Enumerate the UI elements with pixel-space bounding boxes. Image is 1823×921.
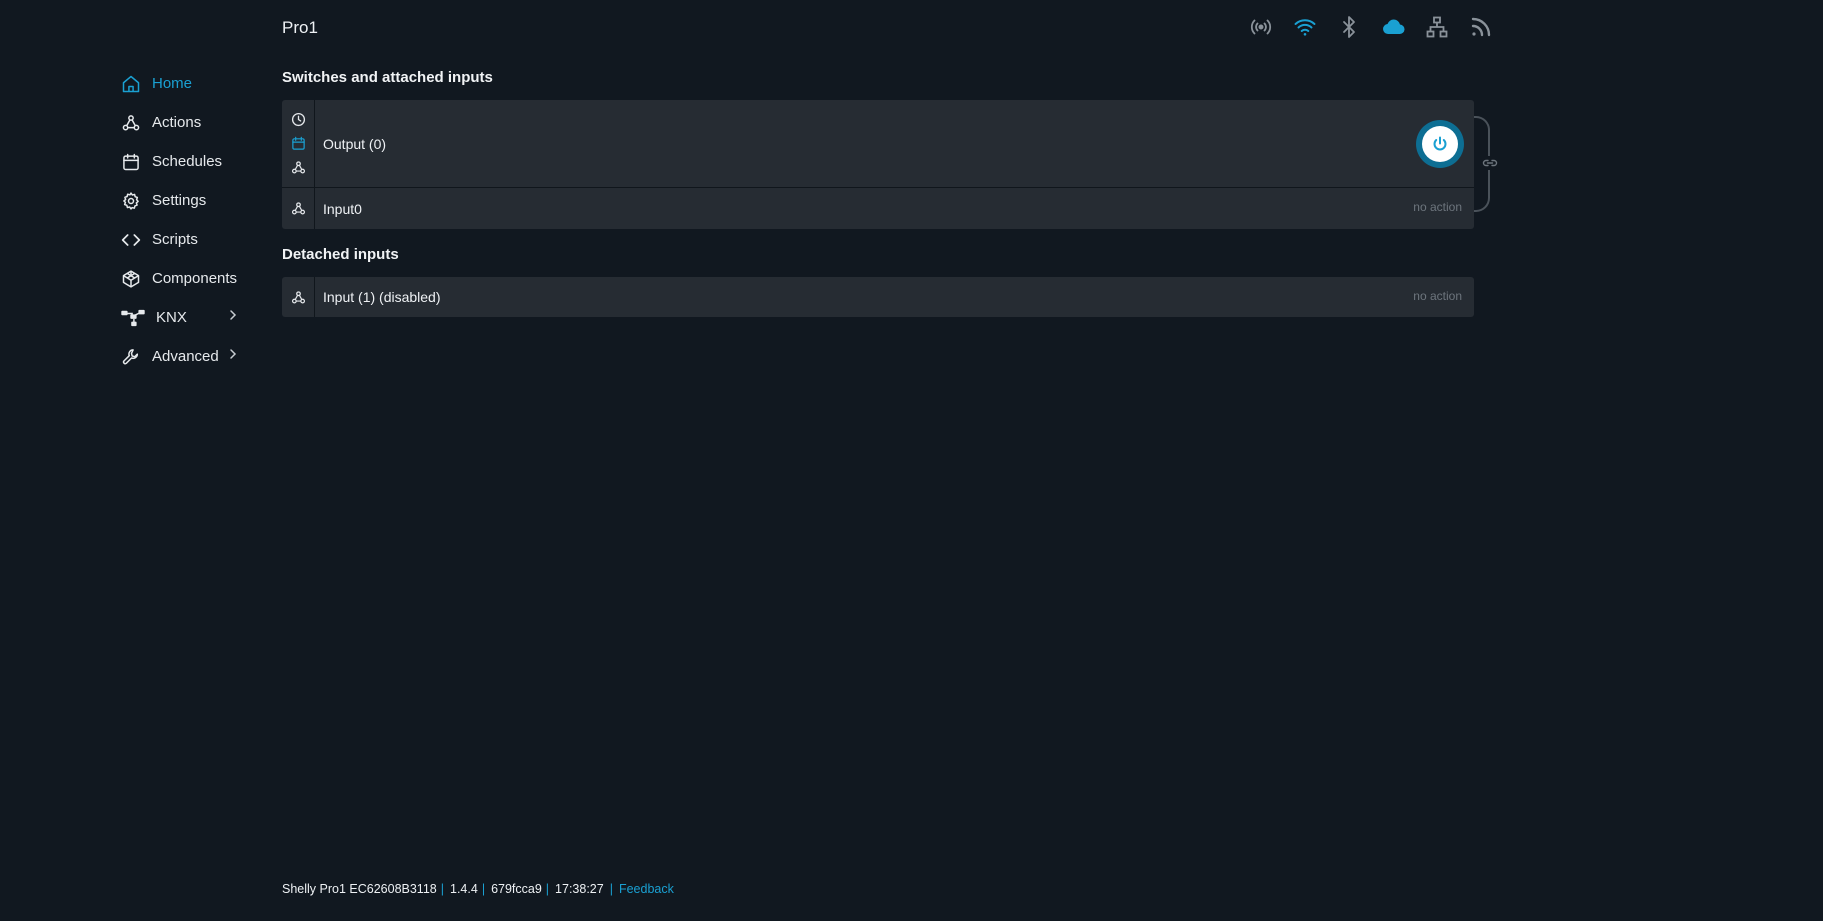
sidebar-item-label: Settings — [152, 192, 207, 209]
footer: Shelly Pro1 EC62608B3118 | 1.4.4 | 679fc… — [282, 882, 674, 896]
input0-icon-column — [282, 188, 315, 229]
input0-action-status: no action — [1413, 200, 1462, 214]
sidebar-item-schedules[interactable]: Schedules — [120, 142, 250, 181]
code-icon — [120, 229, 142, 251]
detached-card: Input (1) (disabled) no action — [282, 277, 1474, 317]
home-icon — [120, 73, 142, 95]
output-icon-column — [282, 100, 315, 187]
sidebar-nav: Home Actions Schedules Settings Scripts … — [120, 64, 250, 376]
gear-icon — [120, 190, 142, 212]
section-title-detached: Detached inputs — [282, 246, 399, 263]
sidebar-item-home[interactable]: Home — [120, 64, 250, 103]
power-toggle-button[interactable] — [1416, 120, 1464, 168]
footer-time: 17:38:27 — [555, 882, 604, 896]
chevron-right-icon — [230, 349, 237, 359]
webhook-icon[interactable] — [290, 160, 306, 176]
chevron-right-icon — [230, 310, 237, 320]
power-icon — [1433, 136, 1447, 151]
power-button-face — [1422, 126, 1458, 162]
sidebar-item-label: Home — [152, 75, 193, 92]
webhook-icon[interactable] — [290, 201, 306, 217]
calendar-icon — [120, 151, 142, 173]
sidebar-item-components[interactable]: Components — [120, 259, 250, 298]
footer-separator: | — [609, 882, 613, 896]
sidebar-item-label: Advanced — [152, 348, 219, 365]
footer-separator: | — [545, 882, 550, 896]
input0-row[interactable]: Input0 no action — [282, 188, 1474, 229]
sidebar-item-scripts[interactable]: Scripts — [120, 220, 250, 259]
sidebar-item-settings[interactable]: Settings — [120, 181, 250, 220]
footer-device-id: Shelly Pro1 EC62608B3118 — [282, 882, 437, 896]
status-bar — [1248, 14, 1494, 40]
footer-version: 1.4.4 — [450, 882, 478, 896]
antenna-icon[interactable] — [1248, 14, 1274, 40]
input1-row[interactable]: Input (1) (disabled) no action — [282, 277, 1474, 317]
ethernet-icon[interactable] — [1424, 14, 1450, 40]
sidebar-item-knx[interactable]: KNX — [120, 298, 250, 337]
section-title-switches: Switches and attached inputs — [282, 69, 493, 86]
sidebar-item-label: Schedules — [152, 153, 223, 170]
cloud-icon[interactable] — [1380, 14, 1406, 40]
input1-action-status: no action — [1413, 289, 1462, 303]
output-row[interactable]: Output (0) — [282, 100, 1474, 188]
switch-card: Output (0) Input0 no action — [282, 100, 1474, 229]
device-title: Pro1 — [282, 18, 318, 37]
clock-icon[interactable] — [290, 112, 306, 128]
sidebar-item-label: Components — [152, 270, 238, 287]
components-icon — [120, 268, 142, 290]
footer-separator: | — [481, 882, 486, 896]
sidebar-item-label: KNX — [156, 309, 187, 326]
link-icon[interactable] — [1481, 156, 1499, 170]
rss-icon[interactable] — [1468, 14, 1494, 40]
calendar-icon[interactable] — [290, 136, 306, 152]
sidebar-item-label: Actions — [152, 114, 202, 131]
wrench-icon — [120, 346, 142, 368]
footer-build: 679fcca9 — [491, 882, 542, 896]
webhook-icon[interactable] — [290, 289, 306, 305]
input1-icon-column — [282, 277, 315, 317]
input0-label: Input0 — [323, 200, 362, 217]
app-page: Pro1 Home Actions Schedules Settings Scr… — [0, 0, 1823, 921]
output-label: Output (0) — [323, 135, 387, 152]
wifi-icon[interactable] — [1292, 14, 1318, 40]
sidebar-item-label: Scripts — [152, 231, 198, 248]
knx-icon — [120, 307, 146, 329]
webhook-icon — [120, 112, 142, 134]
footer-separator: | — [440, 882, 444, 896]
sidebar-item-advanced[interactable]: Advanced — [120, 337, 250, 376]
sidebar-item-actions[interactable]: Actions — [120, 103, 250, 142]
feedback-link[interactable]: Feedback — [619, 882, 674, 896]
bluetooth-icon[interactable] — [1336, 14, 1362, 40]
input1-label: Input (1) (disabled) — [323, 289, 441, 305]
